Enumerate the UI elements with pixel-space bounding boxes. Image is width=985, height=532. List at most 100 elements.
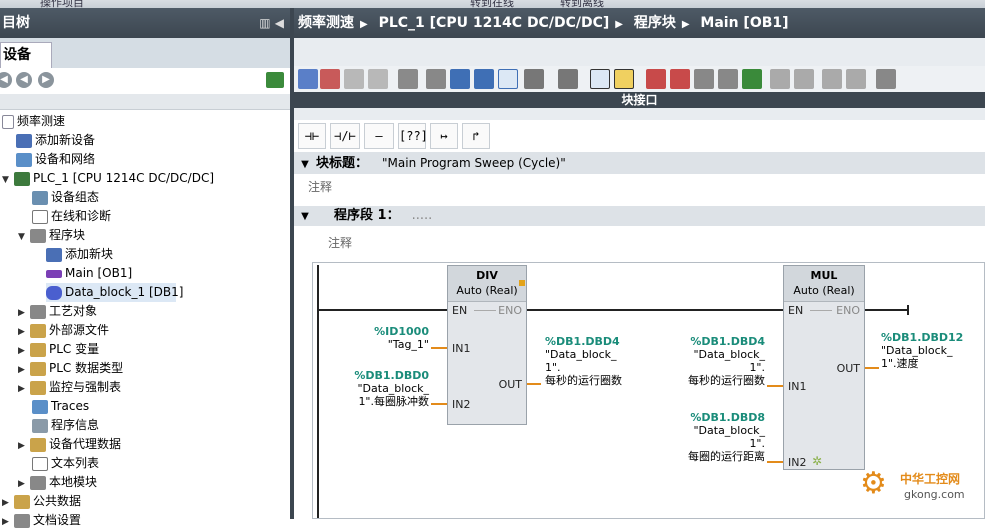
network-title-row[interactable]: ▼ 程序段 1：..... <box>294 206 985 226</box>
tree-item-project[interactable]: 频率测速 <box>2 112 65 131</box>
absolute-address-icon[interactable] <box>524 69 544 89</box>
tree-item-common-data[interactable]: ▶ 公共数据 <box>2 492 81 511</box>
favorites-icon[interactable] <box>558 69 578 89</box>
breadcrumb-separator-icon: ▶ <box>360 19 368 30</box>
close-networks-icon[interactable] <box>450 69 470 89</box>
step-icon[interactable] <box>694 69 714 89</box>
insert-network-icon[interactable] <box>298 69 318 89</box>
block-title-row[interactable]: ▼ 块标题： "Main Program Sweep (Cycle)" <box>294 152 985 174</box>
network-view-icon[interactable] <box>266 72 284 88</box>
mul-in1-pin: IN1 <box>788 380 807 393</box>
operand-tag: "Data_block_ <box>357 382 429 395</box>
compile-icon[interactable] <box>398 69 418 89</box>
mul-out-operand[interactable]: %DB1.DBD12 "Data_block_ 1".速度 <box>881 331 981 370</box>
mul-in1-operand[interactable]: %DB1.DBD4 "Data_block_ 1". 每秒的运行圈数 <box>669 335 765 387</box>
mul-type[interactable]: Auto (Real) <box>784 283 864 298</box>
operand-tag: 1". <box>545 361 561 374</box>
call-hierarchy-icon[interactable] <box>794 69 814 89</box>
div-box[interactable]: DIV Auto (Real) EN ENO IN1 IN2 OUT <box>447 265 527 425</box>
en-eno-line <box>474 310 496 311</box>
div-type[interactable]: Auto (Real) <box>448 283 526 298</box>
no-contact-button[interactable]: ⊣⊢ <box>298 123 326 149</box>
clear-breakpoint-icon[interactable] <box>670 69 690 89</box>
tree-item-program-info[interactable]: 程序信息 <box>32 416 99 435</box>
breadcrumb-item[interactable]: Main [OB1] <box>700 15 788 31</box>
tag-folder-icon <box>30 342 46 357</box>
open-networks-icon[interactable] <box>426 69 446 89</box>
div-out-operand[interactable]: %DB1.DBD4 "Data_block_ 1". 每秒的运行圈数 <box>545 335 645 387</box>
tab-devices[interactable]: 设备 <box>0 42 52 68</box>
breadcrumb-item[interactable]: 程序块 <box>634 15 676 31</box>
tree-item-plc-tags[interactable]: ▶ PLC 变量 <box>18 340 99 359</box>
comments-icon[interactable] <box>498 69 518 89</box>
breadcrumb-item[interactable]: PLC_1 [CPU 1214C DC/DC/DC] <box>379 15 610 31</box>
tree-item-data-block-1[interactable]: Data_block_1 [DB1] <box>46 283 183 302</box>
coil-button[interactable]: –()– <box>364 123 394 167</box>
download-icon[interactable] <box>742 69 762 89</box>
network-title-value[interactable]: ..... <box>412 208 433 223</box>
empty-box-button[interactable]: [??] <box>398 123 428 149</box>
collapse-arrow-icon[interactable]: ▼ <box>294 154 316 176</box>
tree-item-watch-tables[interactable]: ▶ 监控与强制表 <box>18 378 121 397</box>
tree-item-doc-settings[interactable]: ▶ 文档设置 <box>2 511 81 530</box>
forward-icon[interactable]: ▶ <box>38 72 54 88</box>
tree-item-device-proxy[interactable]: ▶ 设备代理数据 <box>18 435 121 454</box>
back-icon[interactable]: ◀ <box>0 72 12 88</box>
tree-item-add-block[interactable]: 添加新块 <box>46 245 113 264</box>
operand-connector <box>865 367 879 369</box>
panel-controls[interactable]: ▥ ◀ <box>259 8 284 38</box>
monitor-icon[interactable] <box>718 69 738 89</box>
delete-network-icon[interactable] <box>320 69 340 89</box>
open-branch-button[interactable]: ↦ <box>430 123 458 149</box>
expand-arrow-icon[interactable]: ▶ <box>2 513 14 532</box>
div-in1-operand[interactable]: %ID1000 "Tag_1" <box>343 325 429 351</box>
navigation-icon[interactable] <box>474 69 494 89</box>
highlight-icon[interactable] <box>614 69 634 89</box>
nc-contact-button[interactable]: ⊣/⊢ <box>330 123 360 149</box>
settings-icon[interactable] <box>876 69 896 89</box>
top-strip-text: 转到离线 <box>560 0 604 8</box>
collapse-arrow-icon[interactable]: ▼ <box>294 207 334 227</box>
monitor-on-icon[interactable] <box>822 69 842 89</box>
expand-arrow-icon[interactable]: ▶ <box>18 380 30 399</box>
breakpoint-icon[interactable] <box>646 69 666 89</box>
block-title-value[interactable]: "Main Program Sweep (Cycle)" <box>382 156 566 170</box>
tree-item-devices-networks[interactable]: 设备和网络 <box>16 150 95 169</box>
tree-item-add-device[interactable]: 添加新设备 <box>16 131 95 150</box>
breadcrumb-separator-icon: ▶ <box>615 19 623 30</box>
show-favorites-icon[interactable] <box>590 69 610 89</box>
tree-item-external-sources[interactable]: ▶ 外部源文件 <box>18 321 109 340</box>
interface-splitter[interactable] <box>294 108 985 120</box>
div-in2-operand[interactable]: %DB1.DBD0 "Data_block_ 1".每圈脉冲数 <box>323 369 429 408</box>
block-comment[interactable]: 注释 <box>308 178 332 195</box>
breadcrumb-item[interactable]: 频率测速 <box>298 15 354 31</box>
network-comment[interactable]: 注释 <box>328 234 352 251</box>
call-tree-icon[interactable] <box>770 69 790 89</box>
close-branch-button[interactable]: ↱ <box>462 123 490 149</box>
operand-connector <box>767 385 783 387</box>
div-out-pin: OUT <box>498 378 522 391</box>
glasses-icon[interactable] <box>846 69 866 89</box>
div-name: DIV <box>476 269 498 282</box>
tree-item-tech-objects[interactable]: ▶ 工艺对象 <box>18 302 97 321</box>
mul-in2-operand[interactable]: %DB1.DBD8 "Data_block_ 1". 每圈的运行距离 <box>669 411 765 463</box>
tree-item-program-blocks[interactable]: ▼ 程序块 <box>18 226 85 245</box>
collapse-arrow-icon[interactable]: ▼ <box>18 228 30 247</box>
collapse-arrow-icon[interactable]: ▼ <box>2 171 14 190</box>
back-icon[interactable]: ◀ <box>16 72 32 88</box>
block-interface-label: 块接口 <box>621 93 658 107</box>
tree-item-local-modules[interactable]: ▶ 本地模块 <box>18 473 97 492</box>
tree-item-plc[interactable]: ▼ PLC_1 [CPU 1214C DC/DC/DC] <box>2 169 214 188</box>
mul-box[interactable]: MUL Auto (Real) EN ENO IN1 IN2 ✲ OUT <box>783 265 865 470</box>
tree-item-text-lists[interactable]: 文本列表 <box>32 454 99 473</box>
tree-item-online-diag[interactable]: 在线和诊断 <box>32 207 111 226</box>
add-row-icon[interactable] <box>368 69 388 89</box>
expand-arrow-icon[interactable]: ▶ <box>18 437 30 456</box>
tree-item-main-ob1[interactable]: Main [OB1] <box>46 264 132 283</box>
tree-item-device-config[interactable]: 设备组态 <box>32 188 99 207</box>
add-input-icon[interactable]: ✲ <box>812 454 822 468</box>
block-interface-bar[interactable]: 块接口 <box>294 92 985 108</box>
insert-row-icon[interactable] <box>344 69 364 89</box>
tree-item-plc-datatypes[interactable]: ▶ PLC 数据类型 <box>18 359 123 378</box>
tree-item-traces[interactable]: Traces <box>32 397 89 416</box>
